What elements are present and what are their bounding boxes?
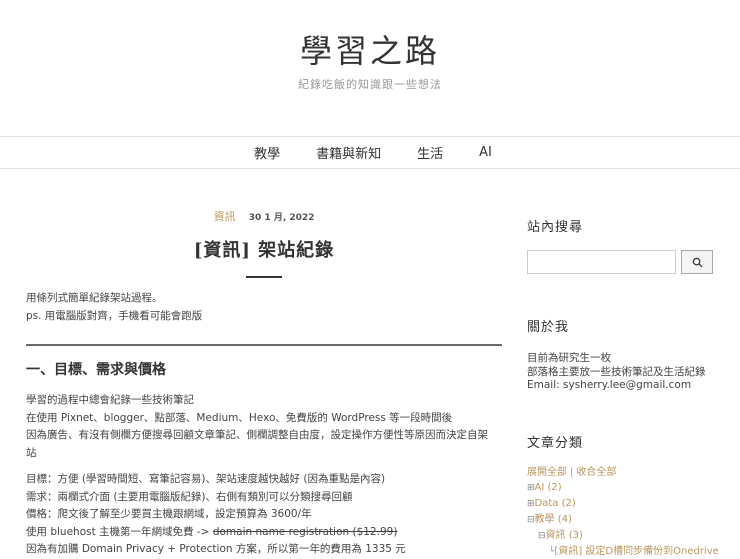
paragraph-line: 需求：兩欄式介面 (主要用電腦版紀錄)、右側有類別可以分類搜尋回顧 bbox=[26, 490, 353, 503]
category-item-info[interactable]: ⊟資訊 (3) bbox=[527, 528, 717, 544]
search-button[interactable] bbox=[681, 250, 713, 274]
nav-item-life[interactable]: 生活 bbox=[399, 143, 461, 162]
post-paragraph: 目標：方便 (學習時間短、寫筆記容易)、架站速度越快越好 (因為重點是內容) 需… bbox=[26, 471, 502, 559]
collapse-icon[interactable]: ⊟ bbox=[527, 515, 535, 525]
paragraph-line: 因為有加購 Domain Privacy + Protection 方案，所以第… bbox=[26, 543, 406, 555]
expand-icon[interactable]: ⊞ bbox=[527, 499, 535, 509]
category-label[interactable]: 資訊 (3) bbox=[546, 530, 583, 541]
nav-item-teaching[interactable]: 教學 bbox=[236, 143, 298, 162]
main-nav: 教學 書籍與新知 生活 AI bbox=[0, 136, 740, 169]
separator: | bbox=[570, 466, 574, 478]
paragraph-line: 價格：爬文後了解至少要買主機跟網域，設定預算為 3600/年 bbox=[26, 508, 312, 520]
collapse-all-link[interactable]: 收合全部 bbox=[576, 467, 616, 478]
magnifier-icon bbox=[692, 253, 703, 272]
nav-item-ai[interactable]: AI bbox=[461, 145, 510, 160]
post-intro: 用條列式簡單紀錄架站過程。 ps. 用電腦版對齊，手機看可能會跑版 bbox=[26, 290, 502, 325]
sidebar: 站內搜尋 關於我 目前為研究生一枚 部落格主要放一些技術筆記及生活紀錄 Emai… bbox=[527, 216, 719, 559]
search-form bbox=[527, 250, 717, 274]
paragraph-line: 在使用 Pixnet、blogger、點部落、Medium、Hexo、免費版的 … bbox=[26, 411, 453, 424]
paragraph-line: 站 bbox=[26, 446, 37, 459]
post-meta: 資訊 30 1 月, 2022 bbox=[26, 208, 502, 228]
about-line: 目前為研究生一枚 bbox=[527, 352, 611, 364]
tree-controls: 展開全部 | 收合全部 bbox=[527, 465, 717, 480]
struck-price-text: domain name registration ($12.99) bbox=[212, 525, 398, 538]
nav-item-books[interactable]: 書籍與新知 bbox=[298, 143, 399, 162]
intro-line: 用條列式簡單紀錄架站過程。 bbox=[26, 292, 163, 304]
about-widget-title: 關於我 bbox=[527, 320, 570, 335]
paragraph-line: 使用 bluehost 主機第一年網域免費 -> domain name reg… bbox=[26, 524, 502, 542]
about-line: 部落格主要放一些技術筆記及生活紀錄 bbox=[527, 365, 706, 378]
paragraph-line: 學習的過程中總會紀錄一些技術筆記 bbox=[26, 394, 194, 406]
post-category-link[interactable]: 資訊 bbox=[214, 210, 236, 223]
collapse-icon[interactable]: ⊟ bbox=[538, 531, 546, 541]
category-item-ai[interactable]: ⊞AI (2) bbox=[527, 480, 717, 496]
post-title: [資訊] 架站紀錄 bbox=[193, 240, 335, 261]
expand-icon[interactable]: ⊞ bbox=[527, 483, 535, 493]
category-post-link[interactable]: └[資訊] 設定D槽同步備份到Onedrive bbox=[527, 544, 719, 559]
post-article: 資訊 30 1 月, 2022 [資訊] 架站紀錄 用條列式簡單紀錄架站過程。 … bbox=[26, 208, 502, 559]
category-tree: 展開全部 | 收合全部 ⊞AI (2) ⊞Data (2) ⊟教學 (4) ⊟資訊 … bbox=[527, 465, 719, 559]
category-item-teaching[interactable]: ⊟教學 (4) bbox=[527, 512, 717, 528]
category-label[interactable]: 教學 (4) bbox=[535, 514, 572, 525]
about-email: Email: sysherry.lee@gmail.com bbox=[527, 379, 692, 391]
intro-line: ps. 用電腦版對齊，手機看可能會跑版 bbox=[26, 309, 203, 322]
site-title[interactable]: 學習之路 bbox=[0, 26, 740, 72]
section-heading: 一、目標、需求與價格 bbox=[26, 344, 502, 382]
category-item-data[interactable]: ⊞Data (2) bbox=[527, 496, 717, 512]
search-widget-title: 站內搜尋 bbox=[527, 220, 584, 235]
category-label[interactable]: AI (2) bbox=[535, 482, 562, 493]
site-header: 學習之路 紀錄吃飯的知識跟一些想法 bbox=[0, 0, 740, 136]
post-date: 30 1 月, 2022 bbox=[248, 213, 315, 223]
title-divider bbox=[246, 276, 282, 278]
category-label[interactable]: Data (2) bbox=[535, 498, 576, 509]
about-text: 目前為研究生一枚 部落格主要放一些技術筆記及生活紀錄 Email: sysher… bbox=[527, 352, 717, 393]
paragraph-line: 目標：方便 (學習時間短、寫筆記容易)、架站速度越快越好 (因為重點是內容) bbox=[26, 473, 386, 485]
site-description: 紀錄吃飯的知識跟一些想法 bbox=[298, 78, 442, 91]
paragraph-line: 因為廣告、有沒有側欄方便搜尋回顧文章筆記、側欄調整自由度，設定操作方便性等原因而… bbox=[26, 429, 488, 441]
search-input[interactable] bbox=[527, 250, 676, 274]
expand-all-link[interactable]: 展開全部 bbox=[527, 467, 567, 478]
post-paragraph: 學習的過程中總會紀錄一些技術筆記 在使用 Pixnet、blogger、點部落、… bbox=[26, 392, 502, 462]
post-link-label[interactable]: [資訊] 設定D槽同步備份到Onedrive bbox=[554, 546, 718, 557]
categories-widget-title: 文章分類 bbox=[527, 435, 584, 451]
bluehost-text: 使用 bluehost 主機第一年網域免費 -> bbox=[26, 525, 213, 538]
